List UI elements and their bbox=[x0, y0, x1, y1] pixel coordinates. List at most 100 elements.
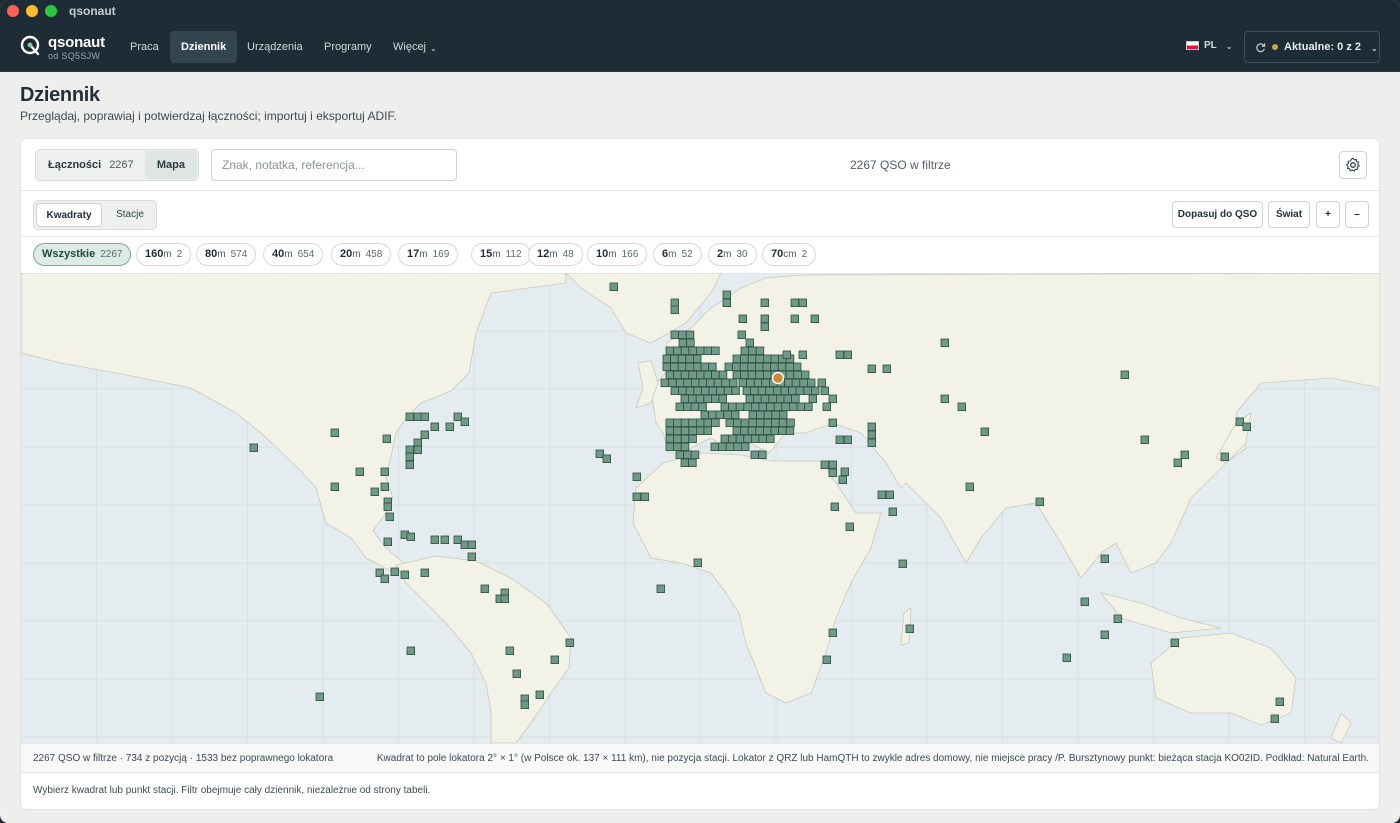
locator-square[interactable] bbox=[755, 346, 765, 355]
locator-square[interactable] bbox=[817, 378, 826, 387]
locator-square[interactable] bbox=[828, 418, 837, 427]
locator-square[interactable] bbox=[656, 584, 665, 593]
locator-square[interactable] bbox=[1140, 435, 1149, 444]
locator-square[interactable] bbox=[747, 370, 757, 379]
locator-square[interactable] bbox=[249, 443, 258, 452]
nav-item-wiecej[interactable]: Więcej ⌄ bbox=[382, 31, 448, 63]
locator-square[interactable] bbox=[885, 490, 894, 499]
locator-square[interactable] bbox=[685, 362, 694, 371]
locator-square[interactable] bbox=[688, 458, 697, 467]
locator-square[interactable] bbox=[382, 434, 391, 443]
locator-square[interactable] bbox=[755, 362, 764, 371]
locator-square[interactable] bbox=[785, 426, 795, 435]
locator-square[interactable] bbox=[731, 386, 740, 395]
locator-square[interactable] bbox=[743, 402, 752, 411]
locator-square[interactable] bbox=[673, 434, 682, 443]
locator-square[interactable] bbox=[770, 426, 779, 435]
maximize-window-button[interactable] bbox=[45, 5, 57, 17]
locator-square[interactable] bbox=[467, 552, 476, 561]
locator-square[interactable] bbox=[383, 502, 392, 511]
locator-square[interactable] bbox=[957, 402, 966, 411]
locator-square[interactable] bbox=[405, 445, 414, 454]
locator-square[interactable] bbox=[673, 370, 682, 379]
locator-square[interactable] bbox=[708, 362, 717, 371]
locator-square[interactable] bbox=[795, 386, 805, 395]
locator-square[interactable] bbox=[1120, 370, 1129, 379]
zoom-in-button[interactable]: + bbox=[1316, 201, 1340, 228]
locator-square[interactable] bbox=[828, 628, 837, 637]
locator-square[interactable] bbox=[793, 370, 802, 379]
locator-square[interactable] bbox=[315, 692, 324, 701]
locator-square[interactable] bbox=[673, 418, 682, 427]
locator-square[interactable] bbox=[843, 435, 852, 444]
locator-square[interactable] bbox=[413, 445, 422, 454]
locator-square[interactable] bbox=[777, 362, 787, 371]
locator-square[interactable] bbox=[770, 362, 779, 371]
locator-square[interactable] bbox=[810, 314, 819, 323]
locator-square[interactable] bbox=[355, 467, 364, 476]
locator-square[interactable] bbox=[413, 412, 422, 421]
locator-square[interactable] bbox=[680, 346, 690, 355]
locator-square[interactable] bbox=[763, 354, 772, 363]
locator-square[interactable] bbox=[673, 426, 682, 435]
locator-square[interactable] bbox=[711, 346, 720, 355]
locator-square[interactable] bbox=[793, 362, 802, 371]
sync-status-button[interactable]: Aktualne: 0 z 2 ⌄ bbox=[1244, 31, 1380, 63]
locator-square[interactable] bbox=[665, 434, 674, 443]
locator-square[interactable] bbox=[746, 378, 755, 387]
locator-square[interactable] bbox=[782, 350, 791, 359]
locator-square[interactable] bbox=[685, 330, 695, 339]
locator-square[interactable] bbox=[670, 362, 679, 371]
locator-square[interactable] bbox=[413, 438, 422, 447]
locator-square[interactable] bbox=[685, 386, 695, 395]
locator-square[interactable] bbox=[763, 410, 773, 419]
locator-square[interactable] bbox=[1180, 450, 1189, 459]
band-chip-2m[interactable]: 2m 30 bbox=[708, 243, 757, 266]
locator-square[interactable] bbox=[691, 378, 700, 387]
locator-square[interactable] bbox=[801, 370, 810, 379]
locator-square[interactable] bbox=[828, 394, 837, 403]
locator-square[interactable] bbox=[602, 454, 611, 463]
locator-square[interactable] bbox=[965, 482, 974, 491]
locator-square[interactable] bbox=[799, 378, 808, 387]
locator-square[interactable] bbox=[670, 386, 679, 395]
locator-square[interactable] bbox=[786, 418, 795, 427]
locator-square[interactable] bbox=[740, 346, 749, 355]
locator-square[interactable] bbox=[665, 418, 674, 427]
locator-square[interactable] bbox=[370, 487, 379, 496]
locator-square[interactable] bbox=[828, 468, 837, 477]
locator-square[interactable] bbox=[708, 410, 717, 419]
band-chip-wszystkie[interactable]: Wszystkie 2267 bbox=[33, 243, 132, 266]
locator-square[interactable] bbox=[811, 386, 820, 395]
locator-square[interactable] bbox=[755, 426, 764, 435]
locator-square[interactable] bbox=[742, 386, 751, 395]
locator-square[interactable] bbox=[595, 449, 604, 458]
locator-square[interactable] bbox=[830, 502, 839, 511]
locator-square[interactable] bbox=[690, 402, 700, 411]
locator-square[interactable] bbox=[696, 418, 705, 427]
locator-square[interactable] bbox=[763, 426, 772, 435]
locator-square[interactable] bbox=[662, 362, 671, 371]
band-chip-80m[interactable]: 80m 574 bbox=[196, 243, 257, 266]
locator-square[interactable] bbox=[732, 354, 741, 363]
locator-square[interactable] bbox=[761, 378, 770, 387]
close-window-button[interactable] bbox=[7, 5, 19, 17]
nav-item-praca[interactable]: Praca bbox=[119, 31, 170, 63]
locator-square[interactable] bbox=[640, 492, 649, 501]
locator-square[interactable] bbox=[737, 330, 746, 339]
locator-square[interactable] bbox=[718, 394, 727, 403]
locator-square[interactable] bbox=[680, 434, 690, 443]
locator-square[interactable] bbox=[745, 394, 754, 403]
locator-square[interactable] bbox=[760, 322, 769, 331]
locator-square[interactable] bbox=[756, 410, 765, 419]
locator-square[interactable] bbox=[803, 386, 812, 395]
locator-square[interactable] bbox=[748, 410, 757, 419]
tab-contacts[interactable]: Łączności 2267 bbox=[36, 150, 146, 180]
locator-square[interactable] bbox=[1242, 422, 1251, 431]
locator-square[interactable] bbox=[804, 402, 813, 411]
locator-square[interactable] bbox=[1275, 697, 1284, 706]
locator-square[interactable] bbox=[683, 402, 692, 411]
locator-square[interactable] bbox=[460, 417, 469, 426]
locator-square[interactable] bbox=[729, 378, 738, 387]
locator-square[interactable] bbox=[840, 467, 849, 476]
